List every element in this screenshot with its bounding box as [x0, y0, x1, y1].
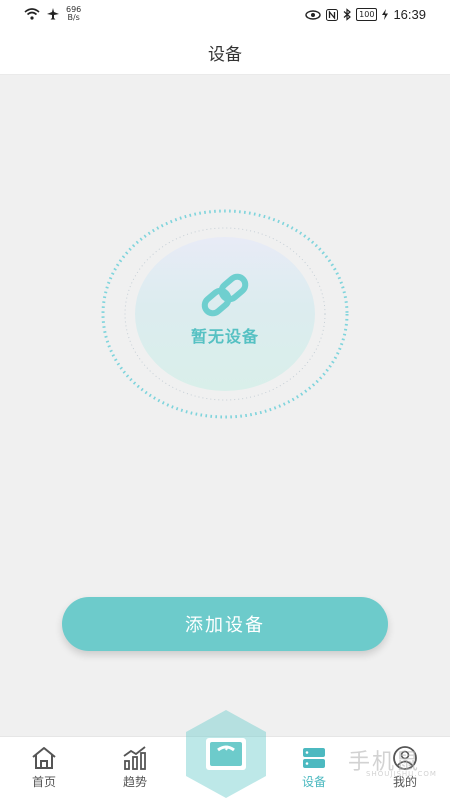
watermark: 手机鼠 SHOUJISHU.COM	[348, 744, 436, 778]
home-icon	[32, 747, 56, 769]
status-time: 16:39	[393, 7, 426, 22]
watermark-sub: SHOUJISHU.COM	[366, 770, 437, 778]
add-device-button[interactable]: 添加设备	[62, 597, 388, 651]
empty-state-circle: 暂无设备	[135, 237, 315, 391]
page-title: 设备	[208, 44, 242, 65]
wifi-icon	[24, 8, 40, 20]
nav-item-home[interactable]: 首页	[14, 745, 74, 790]
status-right: 100 16:39	[305, 7, 426, 22]
net-speed-unit: B/s	[67, 13, 80, 22]
empty-state: 暂无设备	[100, 208, 350, 420]
charging-icon	[382, 9, 389, 20]
trend-icon	[123, 746, 146, 770]
link-icon	[201, 273, 249, 317]
nav-item-trend[interactable]: 趋势	[105, 745, 165, 790]
airplane-icon	[47, 8, 59, 20]
empty-state-text: 暂无设备	[190, 327, 259, 346]
eye-icon	[305, 9, 321, 20]
page-header: 设备	[0, 30, 450, 75]
scale-icon[interactable]	[184, 708, 268, 800]
nav-label-device: 设备	[301, 775, 326, 789]
battery-icon: 100	[356, 8, 378, 21]
net-speed: 696 B/s	[66, 6, 81, 22]
status-bar: 696 B/s 100 16:39	[0, 0, 450, 30]
nav-label-home: 首页	[31, 775, 56, 789]
nfc-icon	[326, 8, 339, 21]
nav-item-device[interactable]: 设备	[284, 745, 344, 790]
bluetooth-icon	[343, 8, 352, 21]
status-left: 696 B/s	[24, 6, 81, 22]
nav-label-trend: 趋势	[122, 775, 147, 789]
device-icon	[303, 748, 325, 768]
